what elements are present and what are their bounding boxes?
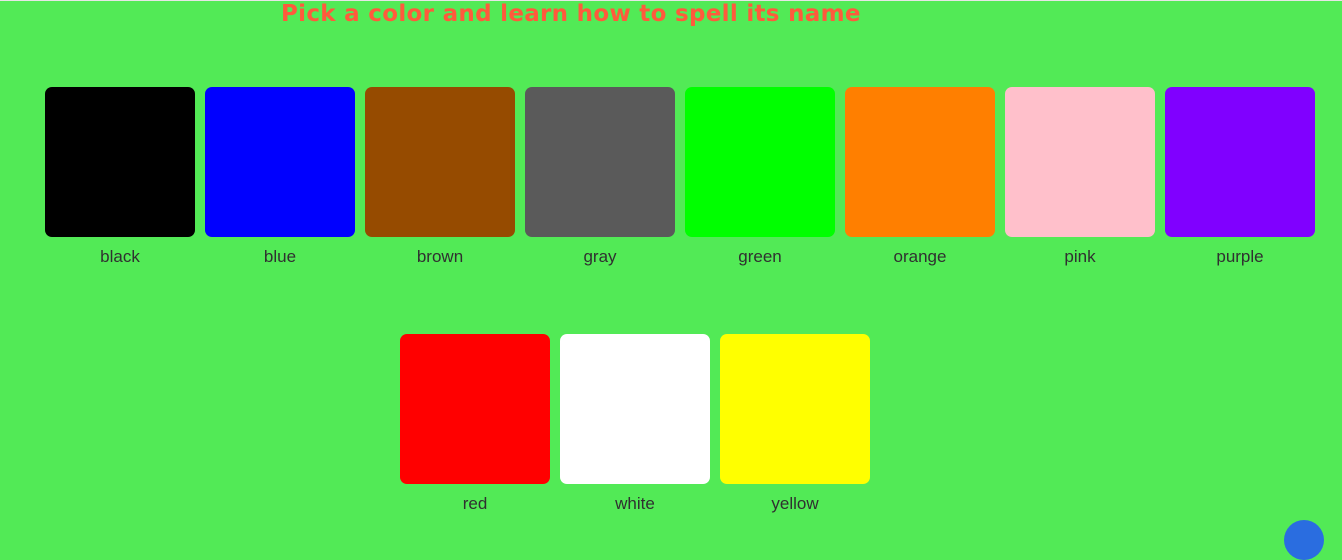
color-swatch[interactable] (1165, 87, 1315, 237)
color-label: orange (893, 247, 947, 266)
page-title: Pick a color and learn how to spell its … (281, 1, 861, 27)
color-label: yellow (771, 494, 819, 513)
color-label: red (462, 494, 488, 513)
color-label: black (100, 247, 140, 266)
color-swatch[interactable] (1005, 87, 1155, 237)
color-swatch[interactable] (365, 87, 515, 237)
color-tile-black[interactable]: black (45, 87, 195, 266)
color-label: blue (263, 247, 297, 266)
color-swatch[interactable] (45, 87, 195, 237)
color-tile-orange[interactable]: orange (845, 87, 995, 266)
color-label: white (615, 494, 655, 513)
color-tile-pink[interactable]: pink (1005, 87, 1155, 266)
floating-action-button[interactable] (1284, 520, 1324, 560)
color-swatch[interactable] (525, 87, 675, 237)
color-tile-blue[interactable]: blue (205, 87, 355, 266)
color-tile-purple[interactable]: purple (1165, 87, 1315, 266)
color-swatch[interactable] (205, 87, 355, 237)
color-label: pink (1064, 247, 1096, 266)
color-swatch[interactable] (400, 334, 550, 484)
color-label: brown (416, 247, 464, 266)
color-swatch[interactable] (560, 334, 710, 484)
color-label: gray (583, 247, 617, 266)
color-label: purple (1216, 247, 1264, 266)
color-tile-brown[interactable]: brown (365, 87, 515, 266)
color-swatch[interactable] (685, 87, 835, 237)
color-tile-gray[interactable]: gray (525, 87, 675, 266)
color-tile-yellow[interactable]: yellow (720, 334, 870, 513)
color-label: green (738, 247, 782, 266)
color-swatch[interactable] (720, 334, 870, 484)
color-swatch[interactable] (845, 87, 995, 237)
color-tile-white[interactable]: white (560, 334, 710, 513)
color-tile-green[interactable]: green (685, 87, 835, 266)
color-tile-red[interactable]: red (400, 334, 550, 513)
